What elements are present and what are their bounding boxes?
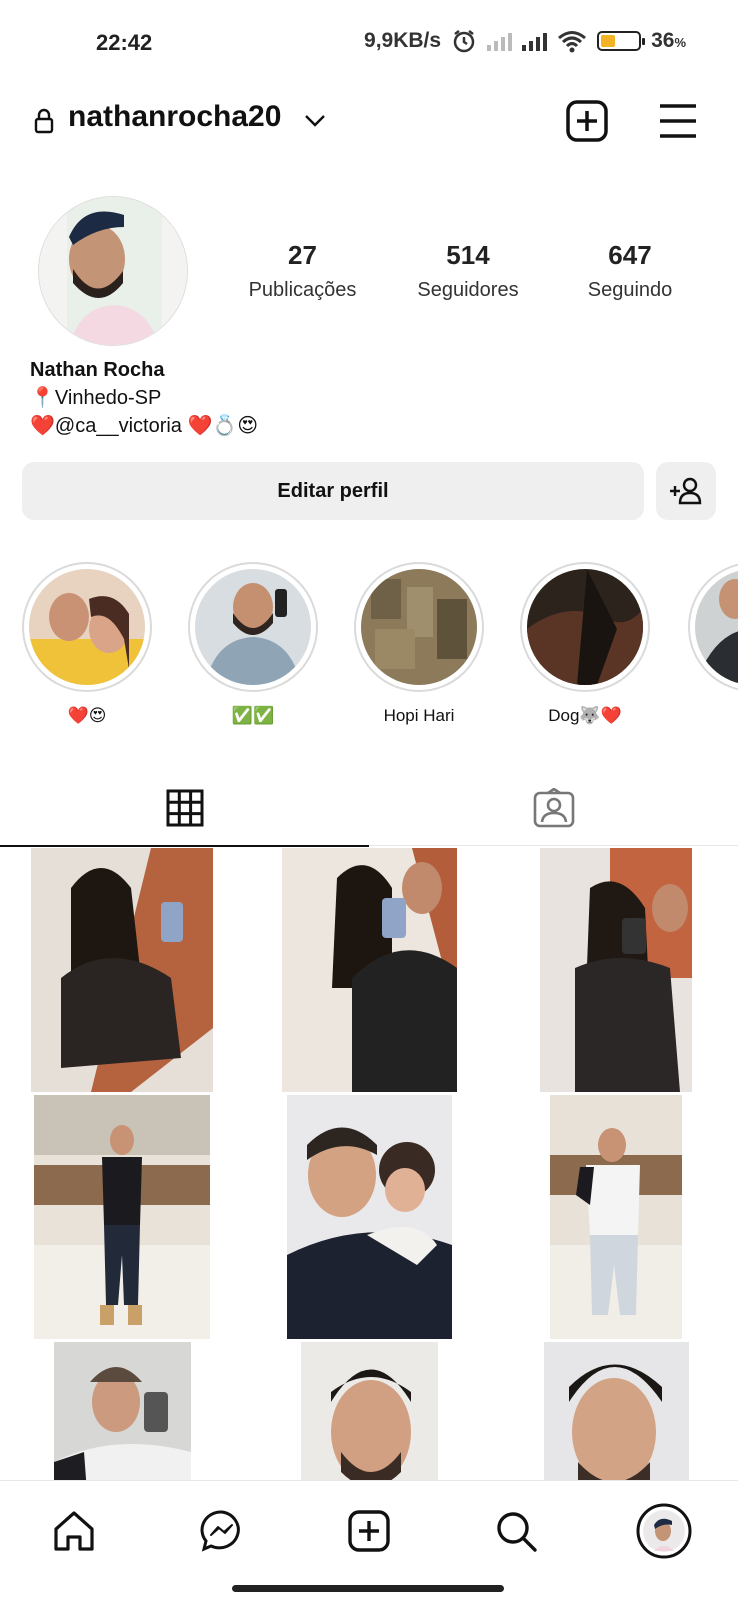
post-thumbnail[interactable]: [494, 848, 738, 1092]
battery-percent-value: 36: [651, 29, 675, 52]
add-person-icon: [670, 477, 702, 505]
edit-profile-button[interactable]: Editar perfil: [22, 462, 644, 520]
messenger-icon: [200, 1510, 240, 1552]
home-indicator[interactable]: [232, 1585, 504, 1592]
menu-icon[interactable]: [658, 102, 698, 140]
create-post-icon[interactable]: [566, 100, 608, 142]
nav-home[interactable]: [46, 1503, 102, 1559]
post-thumbnail[interactable]: [247, 1095, 491, 1339]
highlight-label: Dog🐺❤️: [548, 706, 622, 725]
story-highlights: ❤️😍 ✅✅ Hopi Hari Dog🐺❤️: [0, 562, 738, 732]
discover-people-button[interactable]: [656, 462, 716, 520]
profile-bio: Nathan Rocha 📍Vinhedo-SP ❤️@ca__victoria…: [30, 356, 258, 440]
post-thumbnail[interactable]: [247, 1342, 491, 1480]
posts-count: 27: [288, 240, 317, 270]
highlight-label: ✅✅: [231, 706, 275, 725]
post-thumbnail[interactable]: [494, 1342, 738, 1480]
post-thumbnail[interactable]: [494, 1095, 738, 1339]
post-thumbnail[interactable]: [0, 1095, 244, 1339]
alarm-icon: [453, 30, 475, 53]
wifi-icon: [558, 31, 587, 53]
search-icon: [497, 1512, 537, 1552]
highlight-item[interactable]: [688, 562, 738, 706]
profile-header: nathanrocha20: [0, 86, 738, 160]
highlight-item[interactable]: Dog🐺❤️: [520, 562, 650, 726]
highlight-cover: [520, 562, 650, 692]
followers-stat[interactable]: 514 Seguidores: [408, 240, 528, 302]
nav-create[interactable]: [341, 1503, 397, 1559]
network-speed: 9,9KB/s: [364, 29, 442, 52]
profile-tabs: [0, 770, 738, 847]
bio-location: 📍Vinhedo-SP: [30, 387, 162, 409]
profile-avatar-icon: [636, 1503, 692, 1559]
post-thumbnail[interactable]: [247, 848, 491, 1092]
posts-stat[interactable]: 27 Publicações: [240, 240, 365, 302]
post-thumbnail[interactable]: [0, 1342, 244, 1480]
nav-messenger[interactable]: [194, 1503, 250, 1559]
tab-tagged[interactable]: [369, 770, 738, 846]
posts-grid: [0, 848, 738, 1480]
status-time: 22:42: [96, 30, 153, 55]
tab-posts-grid[interactable]: [0, 770, 369, 847]
bio-line[interactable]: ❤️@ca__victoria ❤️💍😍: [30, 412, 258, 440]
followers-label: Seguidores: [417, 279, 519, 301]
followers-count: 514: [446, 240, 490, 270]
following-stat[interactable]: 647 Seguindo: [580, 240, 680, 302]
chevron-down-icon[interactable]: [302, 110, 328, 130]
highlight-item[interactable]: ✅✅: [188, 562, 318, 726]
bottom-navigation: [0, 1480, 738, 1600]
create-post-icon: [348, 1510, 390, 1552]
home-icon: [54, 1511, 94, 1551]
nav-profile[interactable]: [636, 1503, 692, 1559]
highlight-label: Hopi Hari: [383, 706, 455, 725]
signal-icon-sim1: [487, 31, 513, 51]
nav-search[interactable]: [488, 1503, 544, 1559]
tagged-person-icon: [533, 788, 574, 828]
signal-icon-sim2: [522, 31, 548, 51]
following-label: Seguindo: [587, 279, 673, 301]
profile-name: Nathan Rocha: [30, 359, 165, 381]
highlight-item[interactable]: Hopi Hari: [354, 562, 484, 726]
grid-icon: [166, 789, 203, 827]
status-bar: 22:42 9,9KB/s 36%: [0, 0, 738, 86]
highlight-item[interactable]: ❤️😍: [22, 562, 152, 726]
following-count: 647: [608, 240, 652, 270]
highlight-cover: [354, 562, 484, 692]
highlight-cover: [188, 562, 318, 692]
battery-icon: [597, 31, 646, 51]
status-right: 9,9KB/s 36%: [364, 28, 686, 54]
highlight-cover: [688, 562, 738, 692]
post-thumbnail[interactable]: [0, 848, 244, 1092]
username-switcher[interactable]: nathanrocha20: [68, 100, 281, 134]
lock-icon: [34, 108, 54, 134]
posts-label: Publicações: [248, 279, 357, 301]
battery-percent: 36%: [651, 29, 686, 53]
highlight-cover: [22, 562, 152, 692]
profile-avatar[interactable]: [38, 196, 188, 346]
highlight-label: ❤️😍: [67, 706, 107, 725]
battery-percent-unit: %: [674, 35, 686, 50]
